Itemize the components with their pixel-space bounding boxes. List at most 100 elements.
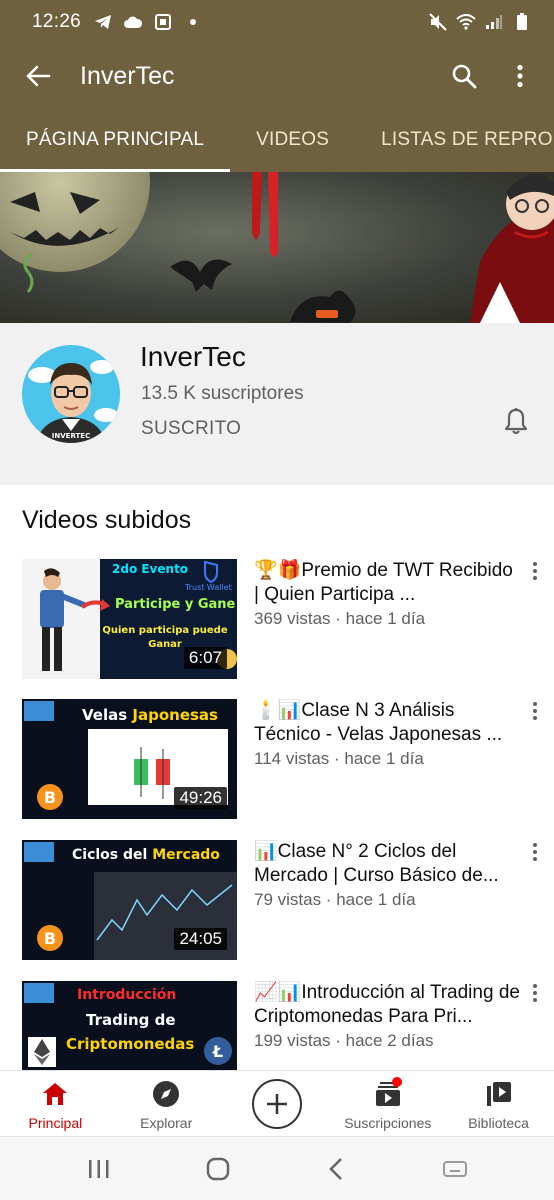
video-title[interactable]: 🏆🎁Premio de TWT Recibido | Quien Partici… xyxy=(254,559,522,607)
overflow-menu-button[interactable] xyxy=(502,58,538,94)
video-item[interactable]: B Velas Japonesas 49:26 🕯️📊Clase N 3 Aná… xyxy=(0,696,554,819)
notifications-bell-button[interactable] xyxy=(500,405,532,437)
nav-library[interactable]: Biblioteca xyxy=(443,1071,554,1136)
mute-icon xyxy=(428,13,448,31)
more-vert-icon xyxy=(533,702,537,720)
keyboard-toggle-button[interactable] xyxy=(435,1149,475,1189)
app-bar: InverTec xyxy=(0,44,554,108)
signal-icon xyxy=(484,13,504,31)
video-more-button[interactable] xyxy=(524,980,546,1006)
thumbnail-text: Velas Japonesas xyxy=(82,706,218,724)
more-vert-icon xyxy=(533,984,537,1002)
search-icon xyxy=(452,64,477,89)
tab-home[interactable]: PÁGINA PRINCIPAL xyxy=(0,108,231,172)
thumbnail-text: Criptomonedas xyxy=(66,1035,195,1053)
status-bar: 12:26 xyxy=(0,0,554,44)
subscribed-button[interactable]: SUSCRITO xyxy=(141,418,241,440)
media-icon xyxy=(153,13,173,31)
library-icon xyxy=(484,1079,514,1109)
video-thumbnail[interactable]: B Ciclos del Mercado 24:05 xyxy=(22,840,237,960)
svg-text:B: B xyxy=(44,929,56,948)
video-list: 2do Evento Trust Wallet Participe y Gane… xyxy=(0,556,554,1070)
recent-apps-button[interactable] xyxy=(79,1149,119,1189)
thumbnail-text: Trading de xyxy=(86,1011,176,1029)
wifi-icon xyxy=(456,13,476,31)
thumbnail-text: Trust Wallet xyxy=(185,583,232,592)
channel-name: InverTec xyxy=(140,341,246,372)
thumbnail-text: 2do Evento xyxy=(112,562,189,576)
nav-explore[interactable]: Explorar xyxy=(111,1071,222,1136)
search-button[interactable] xyxy=(446,58,482,94)
halloween-banner-art xyxy=(0,172,554,323)
video-meta: 114 vistas · hace 1 día xyxy=(254,749,424,768)
status-right-icons xyxy=(428,13,532,31)
svg-text:Ł: Ł xyxy=(212,1042,223,1061)
bell-icon xyxy=(504,408,528,435)
nav-create[interactable] xyxy=(222,1071,333,1136)
channel-tabs: PÁGINA PRINCIPAL VIDEOS LISTAS DE REPRO xyxy=(0,108,554,172)
channel-avatar[interactable]: INVERTEC xyxy=(22,345,120,443)
svg-text:B: B xyxy=(44,788,56,807)
arrow-back-icon xyxy=(26,65,51,87)
tab-playlists[interactable]: LISTAS DE REPRO xyxy=(355,108,554,172)
video-title[interactable]: 📊Clase N° 2 Ciclos del Mercado | Curso B… xyxy=(254,840,522,888)
subscriber-count: 13.5 K suscriptores xyxy=(141,383,304,404)
video-more-button[interactable] xyxy=(524,698,546,724)
video-thumbnail[interactable]: 2do Evento Trust Wallet Participe y Gane… xyxy=(22,559,237,679)
app-actions xyxy=(446,58,538,94)
nav-home[interactable]: Principal xyxy=(0,1071,111,1136)
avatar-caption: INVERTEC xyxy=(52,432,90,440)
cloud-icon xyxy=(123,13,143,31)
home-circle-icon xyxy=(206,1157,229,1180)
system-navigation-bar xyxy=(0,1136,554,1200)
video-item[interactable]: B Ciclos del Mercado 24:05 📊Clase N° 2 C… xyxy=(0,837,554,960)
create-icon xyxy=(251,1079,302,1129)
nav-subscriptions[interactable]: Suscripciones xyxy=(332,1071,443,1136)
thumbnail-text: Ciclos del Mercado xyxy=(72,847,220,863)
back-button[interactable] xyxy=(20,58,56,94)
video-meta: 199 vistas · hace 2 días xyxy=(254,1031,434,1050)
telegram-icon xyxy=(93,13,113,31)
status-left-icons xyxy=(93,13,203,31)
channel-header: INVERTEC InverTec 13.5 K suscriptores SU… xyxy=(0,323,554,485)
bottom-navigation: Principal Explorar Suscripciones Bibliot… xyxy=(0,1070,554,1136)
section-title: Videos subidos xyxy=(22,506,192,534)
nav-label: Biblioteca xyxy=(468,1115,529,1131)
channel-banner xyxy=(0,172,554,323)
video-duration: 49:26 xyxy=(174,787,227,809)
video-duration: 6:07 xyxy=(183,647,227,669)
nav-label: Explorar xyxy=(140,1115,193,1131)
more-vert-icon xyxy=(533,562,537,580)
video-title[interactable]: 🕯️📊Clase N 3 Análisis Técnico - Velas Ja… xyxy=(254,699,522,747)
nav-label: Principal xyxy=(28,1115,83,1131)
video-more-button[interactable] xyxy=(524,558,546,584)
video-meta: 79 vistas · hace 1 día xyxy=(254,890,416,909)
keyboard-icon xyxy=(442,1160,467,1177)
video-duration: 24:05 xyxy=(174,928,227,950)
status-time: 12:26 xyxy=(32,11,82,32)
more-vert-icon xyxy=(517,64,523,88)
nav-label: Suscripciones xyxy=(344,1115,432,1131)
video-thumbnail[interactable]: B Velas Japonesas 49:26 xyxy=(22,699,237,819)
video-item[interactable]: Ł Introducción Trading de Criptomonedas … xyxy=(0,978,554,1070)
video-meta: 369 vistas · hace 1 día xyxy=(254,609,426,628)
thumbnail-text: Quien participa puede xyxy=(102,625,228,636)
notification-dot-icon xyxy=(183,13,203,31)
thumbnail-text: Participe y Gane xyxy=(115,597,236,612)
video-thumbnail[interactable]: Ł Introducción Trading de Criptomonedas xyxy=(22,981,237,1070)
battery-icon xyxy=(512,13,532,31)
video-item[interactable]: 2do Evento Trust Wallet Participe y Gane… xyxy=(0,556,554,679)
more-vert-icon xyxy=(533,843,537,861)
home-system-button[interactable] xyxy=(198,1149,238,1189)
recent-apps-icon xyxy=(89,1159,109,1178)
app-title: InverTec xyxy=(80,61,175,90)
compass-icon xyxy=(151,1079,181,1109)
back-system-button[interactable] xyxy=(316,1149,356,1189)
chevron-left-icon xyxy=(329,1157,343,1180)
home-icon xyxy=(40,1079,70,1109)
video-title[interactable]: 📈📊Introducción al Trading de Criptomoned… xyxy=(254,981,522,1029)
tab-videos[interactable]: VIDEOS xyxy=(230,108,355,172)
video-more-button[interactable] xyxy=(524,839,546,865)
thumbnail-text: Introducción xyxy=(77,987,177,1003)
avatar-illustration: INVERTEC xyxy=(22,345,120,443)
